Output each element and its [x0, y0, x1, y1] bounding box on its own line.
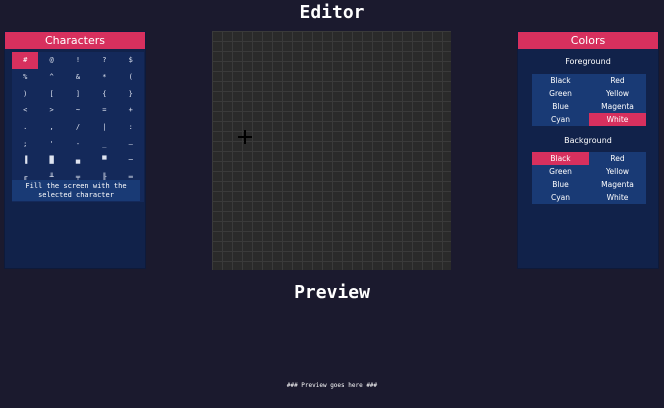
character-cell[interactable]: +: [118, 102, 144, 119]
character-cell[interactable]: ?: [91, 52, 117, 69]
character-cell[interactable]: /: [65, 119, 91, 136]
preview-placeholder: ### Preview goes here ###: [286, 382, 378, 389]
editor-canvas[interactable]: [212, 31, 451, 270]
character-cell[interactable]: ─: [118, 152, 144, 169]
character-cell[interactable]: ▄: [65, 152, 91, 169]
preview-title: Preview: [294, 282, 370, 303]
character-cell[interactable]: _: [91, 135, 117, 152]
colors-panel: Colors Foreground Black Red Green Yellow Blu…: [517, 31, 659, 269]
character-cell[interactable]: █: [38, 152, 64, 169]
foreground-color-white[interactable]: White: [589, 113, 646, 126]
foreground-color-blue[interactable]: Blue: [532, 100, 589, 113]
foreground-color-black[interactable]: Black: [532, 74, 589, 87]
character-cell[interactable]: [: [38, 85, 64, 102]
character-cell[interactable]: *: [91, 69, 117, 86]
background-color-magenta[interactable]: Magenta: [589, 178, 646, 191]
background-color-black[interactable]: Black: [532, 152, 589, 165]
character-cell[interactable]: ': [38, 135, 64, 152]
character-cell[interactable]: %: [12, 69, 38, 86]
background-color-yellow[interactable]: Yellow: [589, 165, 646, 178]
foreground-color-red[interactable]: Red: [589, 74, 646, 87]
background-color-white[interactable]: White: [589, 191, 646, 204]
character-cell[interactable]: .: [12, 119, 38, 136]
character-cell[interactable]: ;: [12, 135, 38, 152]
crosshair-cursor-icon: [238, 130, 252, 144]
character-cell[interactable]: –: [118, 135, 144, 152]
character-cell[interactable]: ,: [38, 119, 64, 136]
character-cell[interactable]: @: [38, 52, 64, 69]
character-cell[interactable]: (: [118, 69, 144, 86]
foreground-color-yellow[interactable]: Yellow: [589, 87, 646, 100]
character-cell[interactable]: :: [118, 119, 144, 136]
character-cell[interactable]: #: [12, 52, 39, 69]
character-cell[interactable]: !: [65, 52, 91, 69]
foreground-color-grid: Black Red Green Yellow Blue Magenta Cyan White: [532, 74, 646, 126]
character-cell[interactable]: |: [91, 119, 117, 136]
character-cell[interactable]: =: [91, 102, 117, 119]
character-cell[interactable]: &: [65, 69, 91, 86]
character-cell[interactable]: }: [118, 85, 144, 102]
fill-screen-button[interactable]: Fill the screen with the selected charac…: [12, 180, 140, 201]
character-cell[interactable]: ): [12, 85, 38, 102]
character-cell[interactable]: <: [12, 102, 38, 119]
character-cell[interactable]: ^: [38, 69, 64, 86]
character-cell[interactable]: ▀: [91, 152, 117, 169]
character-cell[interactable]: ▐: [12, 152, 38, 169]
foreground-color-cyan[interactable]: Cyan: [532, 113, 589, 126]
characters-header: Characters: [5, 32, 145, 49]
foreground-color-green[interactable]: Green: [532, 87, 589, 100]
character-cell[interactable]: ]: [65, 85, 91, 102]
foreground-label: Foreground: [565, 57, 611, 66]
background-color-green[interactable]: Green: [532, 165, 589, 178]
background-color-red[interactable]: Red: [589, 152, 646, 165]
background-color-blue[interactable]: Blue: [532, 178, 589, 191]
background-color-cyan[interactable]: Cyan: [532, 191, 589, 204]
background-label: Background: [564, 136, 612, 145]
character-cell[interactable]: ~: [65, 102, 91, 119]
editor-title: Editor: [299, 2, 365, 23]
colors-header: Colors: [518, 32, 658, 49]
character-cell[interactable]: $: [118, 52, 144, 69]
foreground-color-magenta[interactable]: Magenta: [589, 100, 646, 113]
character-cell[interactable]: >: [38, 102, 64, 119]
character-cell[interactable]: -: [65, 135, 91, 152]
background-color-grid: Black Red Green Yellow Blue Magenta Cyan White: [532, 152, 646, 204]
characters-panel: Characters # @!? $% ^ & *()[]{} < > ~ = +., / |:; ' - _…: [4, 31, 146, 269]
character-cell[interactable]: {: [91, 85, 117, 102]
